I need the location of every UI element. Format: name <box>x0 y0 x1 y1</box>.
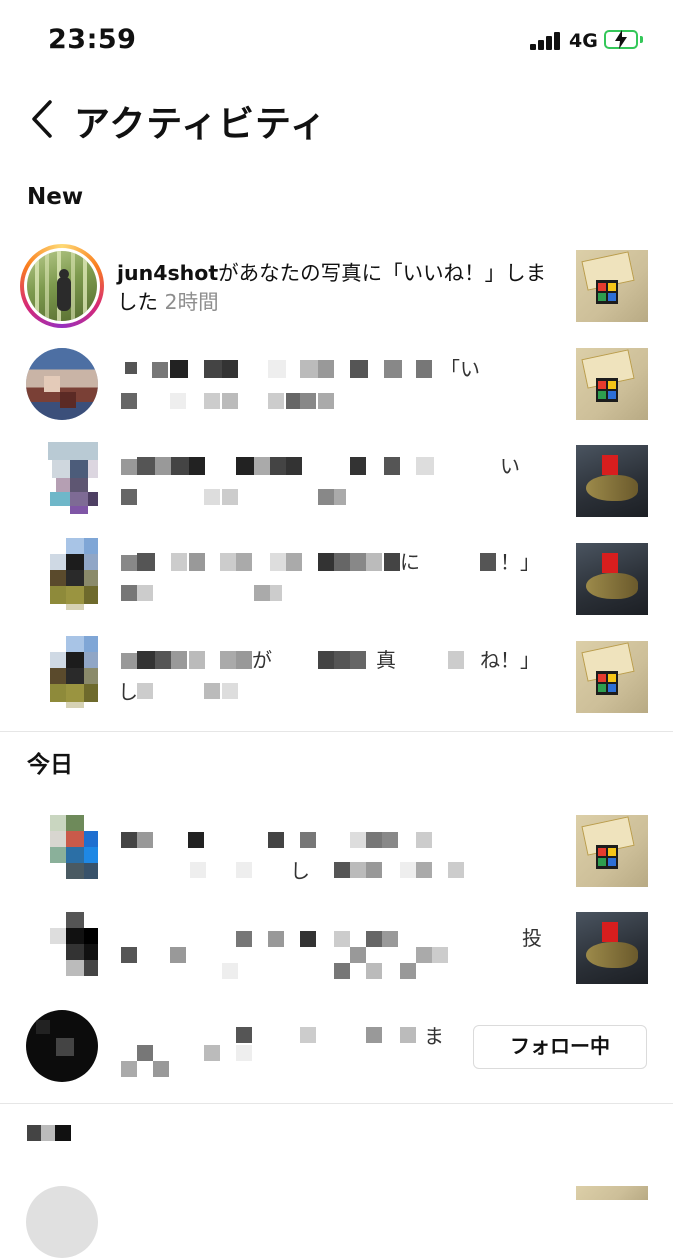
post-thumbnail[interactable] <box>576 1186 648 1200</box>
notification-row[interactable] <box>0 1180 673 1258</box>
section-title-new: New <box>27 184 84 210</box>
section-divider <box>0 731 673 732</box>
notification-time: 2時間 <box>164 290 219 314</box>
post-thumbnail[interactable] <box>576 543 648 615</box>
battery-charging-icon <box>604 30 638 49</box>
notification-row[interactable]: い <box>0 442 673 532</box>
username[interactable]: jun4shot <box>117 261 218 285</box>
notification-text: jun4shotがあなたの写真に「いいね！」しました 2時間 <box>117 259 562 317</box>
notification-row[interactable]: 「い <box>0 345 673 435</box>
avatar[interactable] <box>26 442 98 514</box>
notification-row[interactable]: し <box>0 815 673 905</box>
battery-cap <box>640 36 643 43</box>
post-thumbnail[interactable] <box>576 348 648 420</box>
status-time: 23:59 <box>48 24 137 55</box>
post-thumbnail[interactable] <box>576 445 648 517</box>
section-divider <box>0 1103 673 1104</box>
avatar[interactable] <box>26 815 98 887</box>
avatar[interactable] <box>26 1010 98 1082</box>
avatar[interactable] <box>26 538 98 610</box>
back-button[interactable] <box>28 98 58 140</box>
avatar[interactable] <box>26 1186 98 1258</box>
section-title-today: 今日 <box>27 752 73 778</box>
avatar[interactable] <box>26 348 98 420</box>
avatar[interactable] <box>26 912 98 984</box>
avatar[interactable] <box>26 636 98 708</box>
post-thumbnail[interactable] <box>576 641 648 713</box>
post-thumbnail[interactable] <box>576 815 648 887</box>
avatar <box>27 251 97 321</box>
notification-row[interactable]: 投 <box>0 912 673 1002</box>
network-type: 4G <box>569 30 598 52</box>
notification-row[interactable]: に ！」 <box>0 538 673 628</box>
post-thumbnail[interactable] <box>576 250 648 322</box>
notification-row[interactable]: が 真 ね！」 し <box>0 636 673 726</box>
cellular-signal-icon <box>530 32 564 50</box>
following-button[interactable]: フォロー中 <box>473 1025 647 1069</box>
chevron-left-icon <box>32 100 52 138</box>
notification-row[interactable]: jun4shotがあなたの写真に「いいね！」しました 2時間 <box>0 242 673 332</box>
status-bar: 23:59 4G <box>0 0 673 80</box>
avatar-story-ring[interactable] <box>20 244 104 328</box>
post-thumbnail[interactable] <box>576 912 648 984</box>
page-title: アクティビティ <box>74 104 327 145</box>
